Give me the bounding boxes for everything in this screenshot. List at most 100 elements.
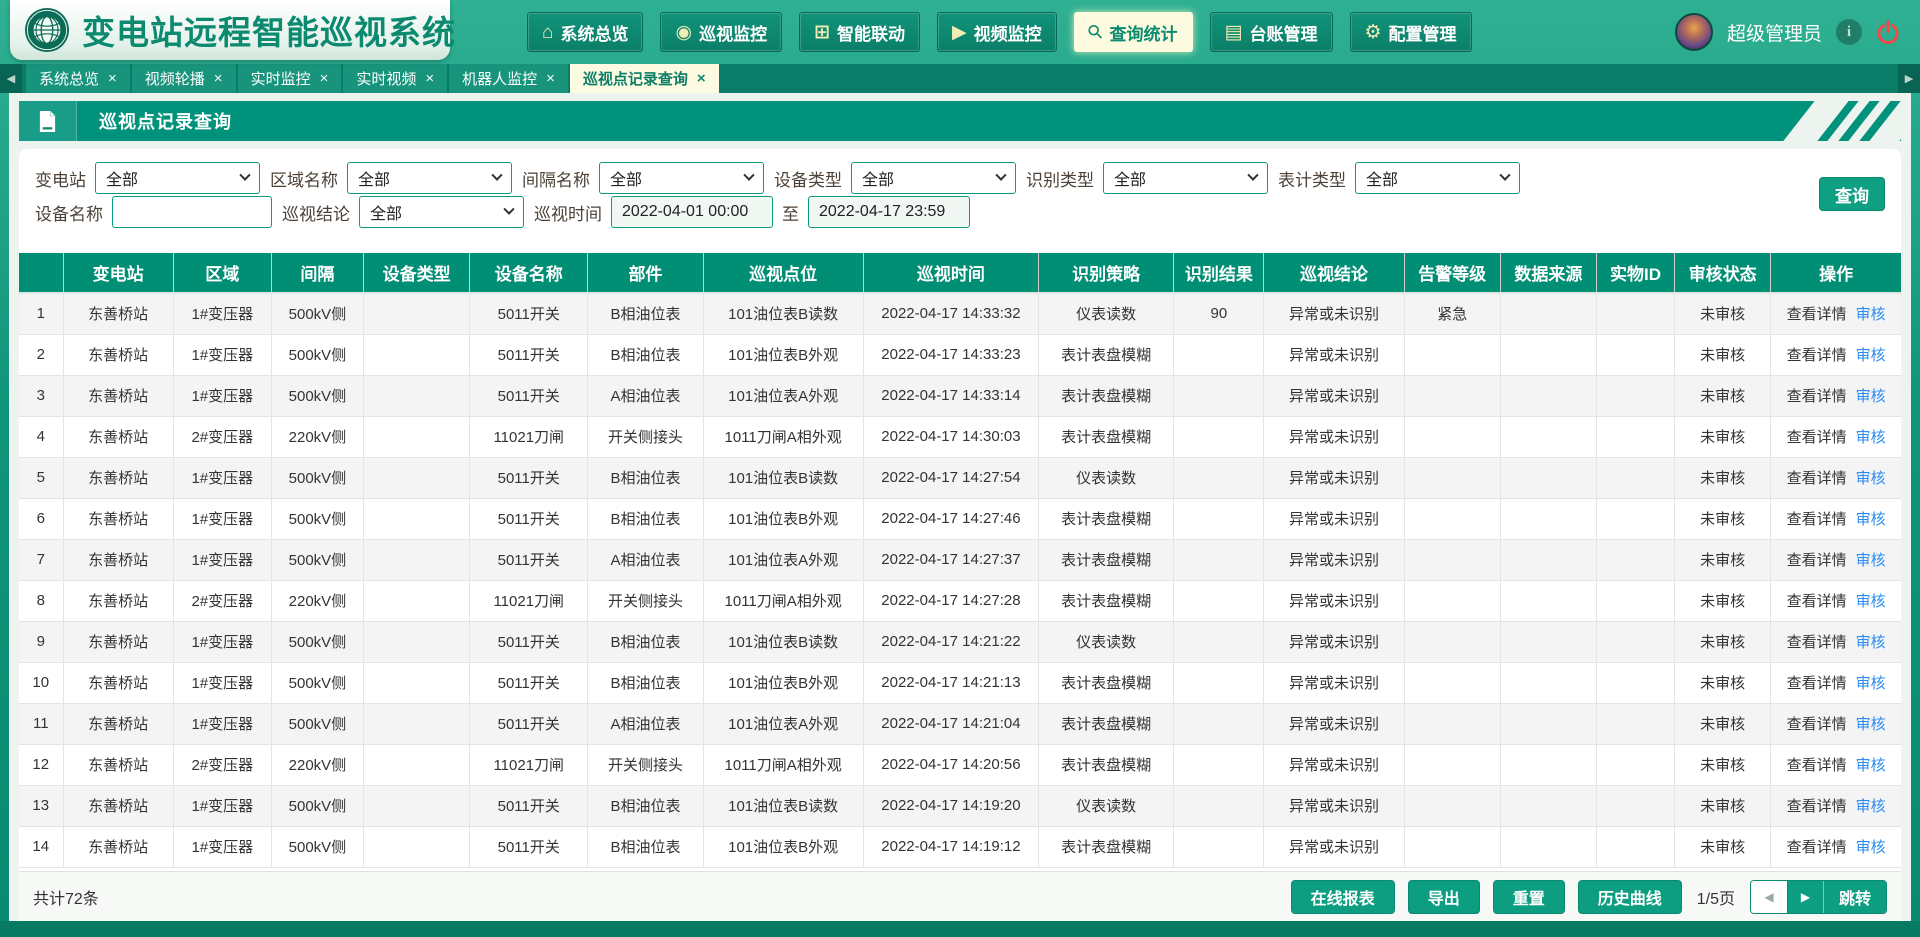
audit-link[interactable]: 审核 <box>1856 798 1886 815</box>
audit-link[interactable]: 审核 <box>1856 347 1886 364</box>
audit-link[interactable]: 审核 <box>1856 552 1886 569</box>
app-window: 变电站远程智能巡视系统 ⌂ 系统总览 ◉ 巡视监控 ⊞ 智能联动 ▶ 视频监控 … <box>0 0 1920 937</box>
cell: B相油位表 <box>588 621 703 662</box>
audit-link[interactable]: 审核 <box>1856 839 1886 856</box>
view-detail-link[interactable]: 查看详情 <box>1787 511 1847 528</box>
cell: 11021刀闸 <box>470 416 588 457</box>
audit-link[interactable]: 审核 <box>1856 757 1886 774</box>
cell <box>1174 621 1264 662</box>
cell <box>1174 826 1264 867</box>
audit-link[interactable]: 审核 <box>1856 306 1886 323</box>
cell: 4 <box>19 416 63 457</box>
col-header-1: 变电站 <box>63 253 173 293</box>
view-detail-link[interactable]: 查看详情 <box>1787 757 1847 774</box>
view-detail-link[interactable]: 查看详情 <box>1787 593 1847 610</box>
cell <box>1596 703 1674 744</box>
tab-4[interactable]: 实时视频 × <box>343 64 447 93</box>
tab-scroll-left-icon[interactable]: ◀ <box>0 64 22 93</box>
nav-item-overview[interactable]: ⌂ 系统总览 <box>527 12 643 52</box>
audit-link[interactable]: 审核 <box>1856 593 1886 610</box>
audit-link[interactable]: 审核 <box>1856 429 1886 446</box>
home-icon: ⌂ <box>542 23 553 42</box>
tab-2[interactable]: 视频轮播 × <box>132 64 236 93</box>
nav-item-video-monitor[interactable]: ▶ 视频监控 <box>937 12 1057 52</box>
cell: 未审核 <box>1675 539 1771 580</box>
history-curve-button[interactable]: 历史曲线 <box>1578 880 1682 914</box>
nav-item-smart-linkage[interactable]: ⊞ 智能联动 <box>799 12 920 52</box>
filter-select-6[interactable]: 全部 <box>1355 162 1520 194</box>
time-from-input[interactable]: 2022-04-01 00:00 <box>611 196 773 228</box>
view-detail-link[interactable]: 查看详情 <box>1787 839 1847 856</box>
time-to-input[interactable]: 2022-04-17 23:59 <box>808 196 970 228</box>
audit-link[interactable]: 审核 <box>1856 470 1886 487</box>
tab-5[interactable]: 机器人监控 × <box>449 64 568 93</box>
reset-button[interactable]: 重置 <box>1493 880 1565 914</box>
tab-6[interactable]: 巡视点记录查询 × <box>570 64 719 93</box>
col-header-9: 识别策略 <box>1039 253 1174 293</box>
filter-select-4[interactable]: 全部 <box>851 162 1016 194</box>
prev-page-button[interactable]: ◀ <box>1751 881 1787 913</box>
logout-power-button[interactable] <box>1876 20 1900 44</box>
close-icon[interactable]: × <box>214 71 223 86</box>
cell: A相油位表 <box>588 375 703 416</box>
cell <box>364 744 470 785</box>
cell: 5011开关 <box>470 662 588 703</box>
jump-button[interactable]: 跳转 <box>1823 881 1886 913</box>
tab-1[interactable]: 系统总览 × <box>26 64 130 93</box>
conclusion-select[interactable]: 全部 <box>359 196 524 228</box>
view-detail-link[interactable]: 查看详情 <box>1787 634 1847 651</box>
table-row: 3东善桥站1#变压器500kV侧5011开关A相油位表101油位表A外观2022… <box>19 375 1901 416</box>
view-detail-link[interactable]: 查看详情 <box>1787 798 1847 815</box>
cell <box>364 826 470 867</box>
export-button[interactable]: 导出 <box>1408 880 1480 914</box>
cell: 2022-04-17 14:27:37 <box>863 539 1038 580</box>
close-icon[interactable]: × <box>546 71 555 86</box>
cell: 仪表读数 <box>1039 293 1174 334</box>
chevron-down-icon <box>491 170 502 181</box>
filter-select-2[interactable]: 全部 <box>347 162 512 194</box>
audit-link[interactable]: 审核 <box>1856 511 1886 528</box>
view-detail-link[interactable]: 查看详情 <box>1787 388 1847 405</box>
nav-item-query-statistics[interactable]: ⚲ 查询统计 <box>1074 12 1193 52</box>
close-icon[interactable]: × <box>108 71 117 86</box>
view-detail-link[interactable]: 查看详情 <box>1787 470 1847 487</box>
online-report-button[interactable]: 在线报表 <box>1291 880 1395 914</box>
audit-link[interactable]: 审核 <box>1856 716 1886 733</box>
cell: 未审核 <box>1675 703 1771 744</box>
cell: 11021刀闸 <box>470 580 588 621</box>
col-header-14: 实物ID <box>1596 253 1674 293</box>
view-detail-link[interactable]: 查看详情 <box>1787 716 1847 733</box>
close-icon[interactable]: × <box>425 71 434 86</box>
cell <box>1500 539 1596 580</box>
cell: B相油位表 <box>588 293 703 334</box>
nav-item-patrol-monitor[interactable]: ◉ 巡视监控 <box>660 12 782 52</box>
ledger-icon: ▤ <box>1225 23 1243 42</box>
audit-link[interactable]: 审核 <box>1856 634 1886 651</box>
view-detail-link[interactable]: 查看详情 <box>1787 429 1847 446</box>
user-name: 超级管理员 <box>1727 19 1822 46</box>
info-icon[interactable]: i <box>1836 19 1862 45</box>
view-detail-link[interactable]: 查看详情 <box>1787 552 1847 569</box>
close-icon[interactable]: × <box>320 71 329 86</box>
view-detail-link[interactable]: 查看详情 <box>1787 347 1847 364</box>
nav-item-ledger-manage[interactable]: ▤ 台账管理 <box>1210 12 1333 52</box>
audit-link[interactable]: 审核 <box>1856 675 1886 692</box>
filter-select-5[interactable]: 全部 <box>1103 162 1268 194</box>
close-icon[interactable]: × <box>697 71 706 86</box>
search-button[interactable]: 查询 <box>1819 177 1885 211</box>
audit-link[interactable]: 审核 <box>1856 388 1886 405</box>
view-detail-link[interactable]: 查看详情 <box>1787 675 1847 692</box>
avatar[interactable] <box>1675 13 1713 51</box>
cell <box>1596 826 1674 867</box>
tab-scroll-right-icon[interactable]: ▶ <box>1898 64 1920 93</box>
cell: 仪表读数 <box>1039 621 1174 662</box>
next-page-button[interactable]: ▶ <box>1787 881 1823 913</box>
filter-select-1[interactable]: 全部 <box>95 162 260 194</box>
operation-cell: 查看详情审核 <box>1771 334 1901 375</box>
view-detail-link[interactable]: 查看详情 <box>1787 306 1847 323</box>
col-header-0 <box>19 253 63 293</box>
filter-select-3[interactable]: 全部 <box>599 162 764 194</box>
tab-3[interactable]: 实时监控 × <box>238 64 342 93</box>
device-name-input[interactable] <box>112 196 272 228</box>
nav-item-config-manage[interactable]: ⚙ 配置管理 <box>1350 12 1472 52</box>
